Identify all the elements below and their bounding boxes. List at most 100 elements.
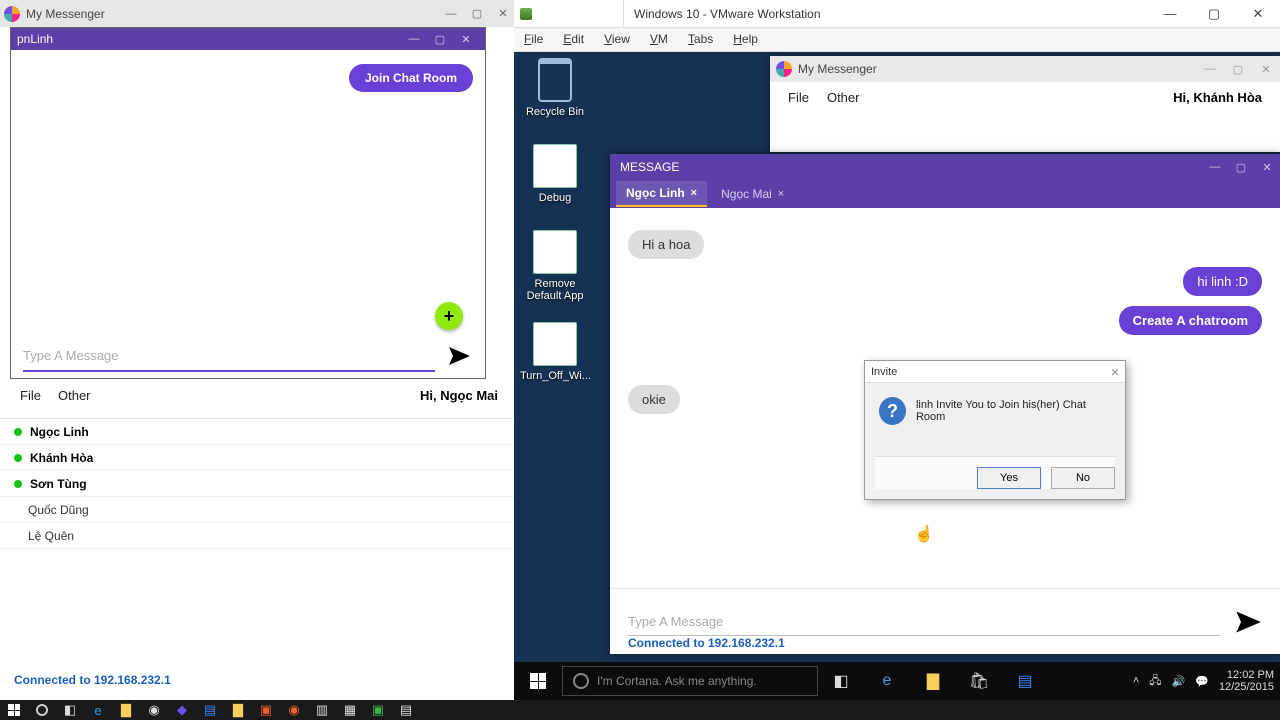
app-icon[interactable]: ▣ (364, 700, 392, 720)
edge-icon[interactable]: e (84, 700, 112, 720)
contact-name: Khánh Hòa (30, 451, 93, 465)
app-title: My Messenger (798, 62, 1196, 76)
message-input[interactable] (23, 340, 435, 372)
vmware-menu-item[interactable]: Tabs (678, 28, 723, 51)
vmware-menu-item[interactable]: Help (723, 28, 768, 51)
contact-row[interactable]: Lệ Quên (0, 523, 516, 549)
chat-status-line: Connected to 192.168.232.1 (628, 636, 785, 650)
close-button[interactable]: ✕ (1254, 154, 1280, 180)
left-title-bar: My Messenger — ▢ ✕ (0, 0, 516, 27)
send-icon[interactable] (447, 344, 471, 368)
send-icon[interactable] (1234, 608, 1262, 636)
store-icon[interactable]: 🛍 (956, 662, 1002, 700)
file-explorer-icon[interactable]: ▇ (910, 662, 956, 700)
chrome-icon[interactable]: ◉ (140, 700, 168, 720)
online-dot-icon (14, 428, 22, 436)
maximize-button[interactable]: ▢ (1192, 0, 1236, 27)
close-icon[interactable]: × (1111, 364, 1119, 380)
menu-file[interactable]: File (788, 90, 809, 105)
menu-file[interactable]: File (20, 388, 41, 403)
close-button[interactable]: ✕ (1252, 56, 1280, 82)
menu-other[interactable]: Other (58, 388, 91, 403)
guest-taskbar: I'm Cortana. Ask me anything. ◧ e ▇ 🛍 ▤ … (514, 662, 1280, 700)
contact-row[interactable]: Sơn Tùng (0, 471, 516, 497)
maximize-button[interactable]: ▢ (1228, 154, 1254, 180)
add-fab-button[interactable]: + (435, 302, 463, 330)
minimize-button[interactable]: — (1202, 154, 1228, 180)
contact-name: Ngọc Linh (30, 425, 89, 439)
file-explorer-icon[interactable]: ▇ (112, 700, 140, 720)
cortana-icon (573, 673, 589, 689)
taskbar-clock[interactable]: 12:02 PM 12/25/2015 (1219, 669, 1274, 693)
chat-tabstrip: Ngọc Linh×Ngọc Mai× (610, 180, 1280, 208)
host-taskbar: ◧ e ▇ ◉ ◆ ▤ ▇ ▣ ◉ ▥ ▦ ▣ ▤ (0, 700, 1280, 720)
guest-messenger-menubar: File Other Hi, Khánh Hòa (770, 82, 1280, 112)
desktop-icon-debug[interactable]: Debug (520, 144, 590, 204)
guest-chat-titlebar: MESSAGE — ▢ ✕ (610, 154, 1280, 180)
cortana-icon[interactable] (28, 700, 56, 720)
maximize-button[interactable]: ▢ (464, 0, 490, 27)
greeting-label: Hi, Khánh Hòa (1173, 90, 1262, 105)
app-icon[interactable]: ▥ (308, 700, 336, 720)
app-icon[interactable]: ▦ (336, 700, 364, 720)
contact-row[interactable]: Khánh Hòa (0, 445, 516, 471)
app-icon[interactable]: ▇ (224, 700, 252, 720)
contact-row[interactable]: Ngọc Linh (0, 419, 516, 445)
tray-volume-icon[interactable]: 🔊 (1172, 675, 1186, 688)
close-button[interactable]: ✕ (1236, 0, 1280, 27)
task-view-icon[interactable]: ◧ (818, 662, 864, 700)
vmware-menu-item[interactable]: Edit (553, 28, 594, 51)
chat-popup-body: Join Chat Room + (11, 50, 485, 378)
invite-dialog: Invite × ? linh Invite You to Join his(h… (864, 360, 1126, 500)
minimize-button[interactable]: — (438, 0, 464, 27)
desktop-icon-remove-default-app[interactable]: Remove Default App (520, 230, 590, 302)
vmware-menu-item[interactable]: View (594, 28, 640, 51)
desktop-icon-recycle-bin[interactable]: Recycle Bin (520, 58, 590, 118)
app-icon (4, 6, 20, 22)
vmware-home-tab[interactable] (514, 0, 624, 27)
start-button[interactable] (0, 700, 28, 720)
desktop-icon-turn-off-wi[interactable]: Turn_Off_Wi... (520, 322, 590, 382)
chat-message-input[interactable] (628, 608, 1220, 636)
tray-chevron-up-icon[interactable]: ˄ (1133, 675, 1139, 687)
chat-bubble-outgoing: hi linh :D (1183, 267, 1262, 296)
app-icon[interactable]: ▤ (392, 700, 420, 720)
tray-notifications-icon[interactable]: 💬 (1195, 675, 1209, 688)
maximize-button[interactable]: ▢ (427, 28, 453, 50)
minimize-button[interactable]: — (401, 28, 427, 50)
close-icon[interactable]: × (778, 188, 784, 200)
contact-name: Sơn Tùng (30, 477, 87, 491)
close-icon[interactable]: × (691, 187, 697, 199)
create-chatroom-button[interactable]: Create A chatroom (1119, 306, 1262, 335)
close-button[interactable]: ✕ (490, 0, 516, 27)
invite-no-button[interactable]: No (1051, 467, 1115, 489)
invite-yes-button[interactable]: Yes (977, 467, 1041, 489)
app-icon[interactable]: ▣ (252, 700, 280, 720)
chat-tab[interactable]: Ngọc Mai× (711, 182, 794, 206)
close-button[interactable]: ✕ (453, 28, 479, 50)
minimize-button[interactable]: — (1196, 56, 1224, 82)
task-view-icon[interactable]: ◧ (56, 700, 84, 720)
vmware-menu-item[interactable]: File (514, 28, 553, 51)
cursor-icon (914, 524, 930, 544)
chat-popup-title: pnLinh (17, 32, 401, 46)
chat-bubble-incoming: Hi a hoa (628, 230, 704, 259)
minimize-button[interactable]: — (1148, 0, 1192, 27)
cortana-search[interactable]: I'm Cortana. Ask me anything. (562, 666, 818, 696)
start-button[interactable] (514, 662, 562, 700)
join-chat-room-button[interactable]: Join Chat Room (349, 64, 473, 92)
app-icon[interactable]: ◆ (168, 700, 196, 720)
vmware-menubar: FileEditViewVMTabsHelp (514, 28, 1280, 52)
menu-other[interactable]: Other (827, 90, 860, 105)
firefox-icon[interactable]: ◉ (280, 700, 308, 720)
contact-row[interactable]: Quốc Dũng (0, 497, 516, 523)
maximize-button[interactable]: ▢ (1224, 56, 1252, 82)
app-icon[interactable]: ▤ (196, 700, 224, 720)
vmware-window: Windows 10 - VMware Workstation — ▢ ✕ Fi… (514, 0, 1280, 700)
edge-icon[interactable]: e (864, 662, 910, 700)
vmware-menu-item[interactable]: VM (640, 28, 678, 51)
contacts-list: Ngọc Linh Khánh Hòa Sơn Tùng Quốc DũngLệ Qu… (0, 418, 516, 678)
app-icon[interactable]: ▤ (1002, 662, 1048, 700)
chat-tab[interactable]: Ngọc Linh× (616, 181, 707, 207)
tray-network-icon[interactable]: 🖧 (1149, 672, 1161, 691)
